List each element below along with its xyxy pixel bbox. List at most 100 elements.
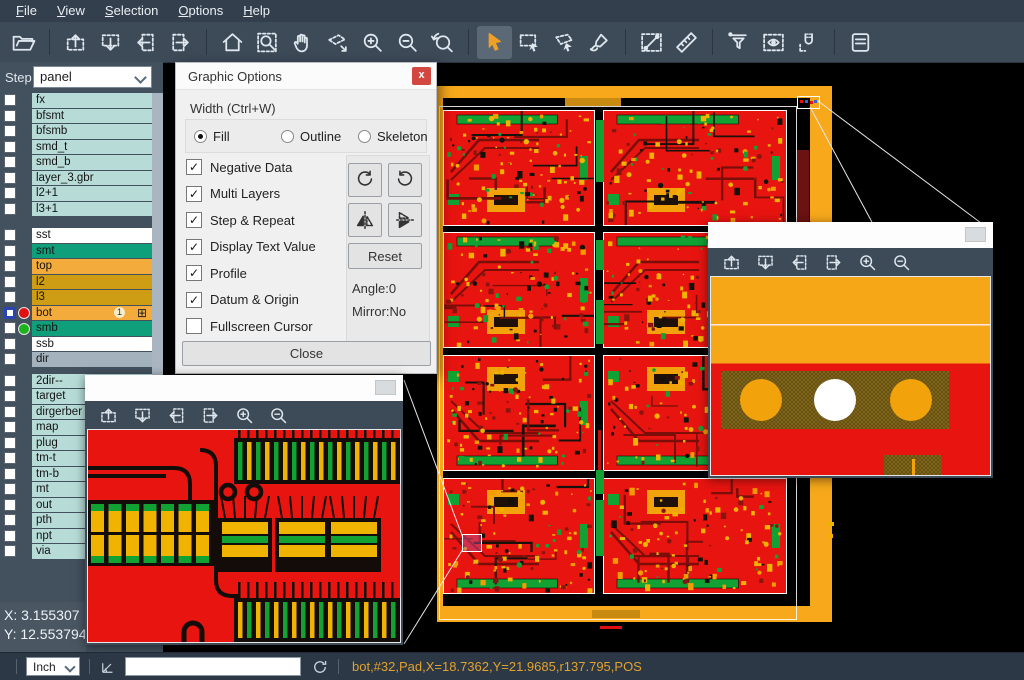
layer-visibility-checkbox[interactable]: [4, 530, 16, 542]
layer-row-ssb[interactable]: ssb: [0, 337, 163, 353]
layer-visibility-checkbox[interactable]: [4, 514, 16, 526]
checkbox-datum-origin[interactable]: ✓Datum & Origin: [186, 292, 299, 308]
layer-visibility-checkbox[interactable]: [4, 291, 16, 303]
radio-skeleton[interactable]: Skeleton: [358, 129, 428, 144]
radio-icon[interactable]: [281, 130, 294, 143]
zoom-window-view[interactable]: [87, 429, 401, 643]
panel-right-button[interactable]: [163, 26, 198, 59]
layer-visibility-checkbox[interactable]: [4, 499, 16, 511]
checkbox-icon[interactable]: ✓: [186, 265, 202, 281]
home-button[interactable]: [215, 26, 250, 59]
layer-name[interactable]: bot1⊞: [32, 306, 152, 321]
polygon-move-button[interactable]: [320, 26, 355, 59]
panel-down-button[interactable]: [127, 402, 157, 428]
layer-visibility-checkbox[interactable]: [4, 229, 16, 241]
layer-name[interactable]: layer_3.gbr: [32, 171, 152, 186]
layer-name[interactable]: l3: [32, 290, 152, 305]
panel-right-button[interactable]: [195, 402, 225, 428]
layer-name[interactable]: sst: [32, 228, 152, 243]
zoom-in-button[interactable]: [852, 249, 882, 275]
layer-visibility-checkbox[interactable]: [4, 468, 16, 480]
layer-row-fx[interactable]: fx: [0, 93, 163, 109]
menu-file[interactable]: File: [6, 0, 47, 22]
layer-name[interactable]: smb: [32, 321, 152, 336]
panel-up-button[interactable]: [58, 26, 93, 59]
layer-row-smb[interactable]: smb: [0, 321, 163, 337]
layer-name[interactable]: fx: [32, 93, 152, 108]
layer-name[interactable]: smd_t: [32, 140, 152, 155]
pan-hand-button[interactable]: [285, 26, 320, 59]
step-select[interactable]: panel: [33, 66, 152, 88]
layer-visibility-checkbox[interactable]: [4, 110, 16, 122]
layer-visibility-checkbox[interactable]: [4, 276, 16, 288]
zoom-window-view[interactable]: [710, 276, 991, 476]
open-folder-button[interactable]: [6, 26, 41, 59]
layer-name[interactable]: ssb: [32, 337, 152, 352]
rotate-ccw-button[interactable]: [388, 163, 422, 197]
layer-visibility-checkbox[interactable]: [4, 94, 16, 106]
zoom-out-button[interactable]: [390, 26, 425, 59]
layer-visibility-checkbox[interactable]: [4, 322, 16, 334]
layer-visibility-checkbox[interactable]: [4, 437, 16, 449]
zoom-out-button[interactable]: [886, 249, 916, 275]
layer-row-top[interactable]: top: [0, 259, 163, 275]
layer-name[interactable]: l2: [32, 275, 152, 290]
select-rect-button[interactable]: [512, 26, 547, 59]
window-button[interactable]: [965, 227, 986, 242]
panel-down-button[interactable]: [750, 249, 780, 275]
layer-row-smt[interactable]: smt: [0, 244, 163, 260]
reset-button[interactable]: Reset: [348, 243, 422, 269]
layer-visibility-checkbox[interactable]: [4, 172, 16, 184]
zoom-window-title-bar[interactable]: [708, 222, 993, 248]
layer-row-dir[interactable]: dir: [0, 352, 163, 368]
zoom-window-right[interactable]: [708, 222, 993, 478]
menu-view[interactable]: View: [47, 0, 95, 22]
panel-up-button[interactable]: [93, 402, 123, 428]
layer-name[interactable]: l2+1: [32, 186, 152, 201]
checkbox-icon[interactable]: ✓: [186, 239, 202, 255]
menu-help[interactable]: Help: [233, 0, 280, 22]
panel-right-button[interactable]: [818, 249, 848, 275]
layer-row-bfsmb[interactable]: bfsmb: [0, 124, 163, 140]
layer-row-smd-t[interactable]: smd_t: [0, 140, 163, 156]
layer-name[interactable]: top: [32, 259, 152, 274]
layer-visibility-checkbox[interactable]: [4, 245, 16, 257]
layer-visibility-checkbox[interactable]: [4, 156, 16, 168]
select-poly-button[interactable]: [547, 26, 582, 59]
layer-visibility-checkbox[interactable]: [4, 375, 16, 387]
checkbox-profile[interactable]: ✓Profile: [186, 265, 247, 281]
layer-name[interactable]: bfsmt: [32, 109, 152, 124]
layer-visibility-checkbox[interactable]: [4, 353, 16, 365]
layer-visibility-checkbox[interactable]: [4, 406, 16, 418]
layer-visibility-checkbox[interactable]: [4, 307, 16, 319]
layer-name[interactable]: smt: [32, 244, 152, 259]
radio-outline[interactable]: Outline: [281, 129, 341, 144]
ruler-button[interactable]: [669, 26, 704, 59]
layer-visibility-checkbox[interactable]: [4, 338, 16, 350]
panel-left-button[interactable]: [161, 402, 191, 428]
refresh-icon[interactable]: [311, 658, 329, 676]
radio-fill[interactable]: Fill: [194, 129, 230, 144]
view-options-button[interactable]: [756, 26, 791, 59]
angle-mode-icon[interactable]: [99, 658, 117, 676]
layer-visibility-checkbox[interactable]: [4, 141, 16, 153]
layer-row-layer-3-gbr[interactable]: layer_3.gbr: [0, 171, 163, 187]
menu-selection[interactable]: Selection: [95, 0, 168, 22]
checkbox-multi-layers[interactable]: ✓Multi Layers: [186, 186, 280, 202]
checkbox-icon[interactable]: ✓: [186, 186, 202, 202]
dialog-close-icon[interactable]: x: [412, 67, 431, 85]
zoom-window-left[interactable]: [85, 375, 403, 645]
dialog-title-bar[interactable]: Graphic Options x: [176, 63, 436, 90]
zoom-back-button[interactable]: [425, 26, 460, 59]
panel-left-button[interactable]: [784, 249, 814, 275]
menu-options[interactable]: Options: [168, 0, 233, 22]
checkbox-negative-data[interactable]: ✓Negative Data: [186, 159, 292, 175]
layer-visibility-checkbox[interactable]: [4, 260, 16, 272]
checkbox-icon[interactable]: [186, 318, 202, 334]
layer-visibility-checkbox[interactable]: [4, 203, 16, 215]
layer-row-sst[interactable]: sst: [0, 228, 163, 244]
checkbox-icon[interactable]: ✓: [186, 292, 202, 308]
report-button[interactable]: [843, 26, 878, 59]
measure-button[interactable]: [634, 26, 669, 59]
layer-name[interactable]: dir: [32, 352, 152, 367]
